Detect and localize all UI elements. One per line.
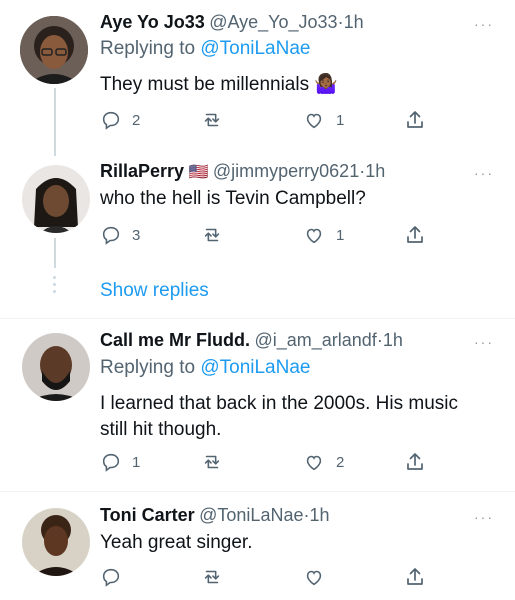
heart-icon bbox=[306, 228, 322, 244]
timestamp[interactable]: 1h bbox=[309, 505, 329, 525]
timestamp[interactable]: 1h bbox=[344, 12, 364, 32]
heart-icon bbox=[306, 570, 322, 586]
user-handle[interactable]: @Aye_Yo_Jo33 bbox=[209, 12, 337, 32]
show-replies-link[interactable]: Show replies bbox=[100, 280, 209, 302]
retweet-button[interactable] bbox=[200, 109, 224, 131]
retweet-icon bbox=[204, 455, 220, 469]
mention-link[interactable]: @ToniLaNae bbox=[200, 38, 310, 59]
like-count: 1 bbox=[336, 226, 345, 244]
user-handle[interactable]: @i_am_arlandf bbox=[254, 330, 376, 350]
user-handle[interactable]: @jimmyperry0621 bbox=[213, 161, 359, 181]
timestamp[interactable]: 1h bbox=[365, 161, 385, 181]
like-count: 1 bbox=[336, 111, 345, 129]
replying-to: Replying to @ToniLaNae bbox=[100, 38, 311, 59]
display-name[interactable]: RillaPerry bbox=[100, 161, 184, 181]
thread-line bbox=[54, 238, 56, 268]
share-button[interactable] bbox=[403, 565, 427, 589]
share-button[interactable] bbox=[403, 223, 427, 247]
reply-icon bbox=[102, 111, 120, 130]
like-button[interactable]: 2 bbox=[302, 451, 344, 473]
divider bbox=[0, 318, 515, 319]
like-button[interactable]: 1 bbox=[302, 224, 344, 246]
reply-button[interactable]: 2 bbox=[100, 109, 140, 131]
user-handle[interactable]: @ToniLaNae bbox=[199, 505, 303, 525]
divider bbox=[0, 491, 515, 492]
tweet-text: who the hell is Tevin Campbell? bbox=[100, 188, 366, 209]
display-name[interactable]: Aye Yo Jo33 bbox=[100, 12, 205, 32]
shrug-emoji: 🤷🏾‍♀️ bbox=[314, 74, 339, 95]
retweet-button[interactable] bbox=[200, 451, 224, 473]
thread-line bbox=[54, 88, 56, 156]
heart-icon bbox=[306, 455, 322, 471]
reply-count: 1 bbox=[132, 453, 141, 471]
avatar[interactable] bbox=[22, 165, 90, 233]
reply-button[interactable]: 1 bbox=[100, 451, 140, 473]
retweet-icon bbox=[204, 570, 220, 584]
more-icon[interactable]: ··· bbox=[474, 16, 494, 32]
thread-dots bbox=[52, 276, 58, 300]
tweet-text: Yeah great singer. bbox=[100, 532, 253, 553]
reply-count: 2 bbox=[132, 111, 141, 129]
display-name[interactable]: Toni Carter bbox=[100, 505, 195, 525]
like-button[interactable] bbox=[302, 566, 326, 588]
like-button[interactable]: 1 bbox=[302, 109, 344, 131]
share-icon bbox=[407, 568, 423, 585]
like-count: 2 bbox=[336, 453, 345, 471]
replying-to: Replying to @ToniLaNae bbox=[100, 357, 311, 378]
avatar[interactable] bbox=[22, 508, 90, 576]
tweet-text: I learned that back in the 2000s. His mu… bbox=[100, 393, 459, 440]
share-icon bbox=[407, 226, 423, 243]
share-button[interactable] bbox=[403, 108, 427, 132]
reply-button[interactable] bbox=[100, 566, 122, 588]
reply-count: 3 bbox=[132, 226, 141, 244]
tweet-text: They must be millennials bbox=[100, 74, 310, 95]
reply-icon bbox=[102, 226, 120, 245]
reply-icon bbox=[102, 568, 120, 587]
reply-icon bbox=[102, 453, 120, 472]
avatar[interactable] bbox=[22, 333, 90, 401]
heart-icon bbox=[306, 113, 322, 129]
display-name[interactable]: Call me Mr Fludd. bbox=[100, 330, 250, 350]
reply-button[interactable]: 3 bbox=[100, 224, 140, 246]
avatar[interactable] bbox=[20, 16, 88, 84]
mention-link[interactable]: @ToniLaNae bbox=[200, 357, 310, 378]
share-icon bbox=[407, 111, 423, 128]
share-button[interactable] bbox=[403, 450, 427, 474]
more-icon[interactable]: ··· bbox=[474, 509, 494, 525]
retweet-icon bbox=[204, 113, 220, 127]
more-icon[interactable]: ··· bbox=[474, 334, 494, 350]
retweet-button[interactable] bbox=[200, 224, 224, 246]
retweet-icon bbox=[204, 228, 220, 242]
share-icon bbox=[407, 453, 423, 470]
retweet-button[interactable] bbox=[200, 566, 224, 588]
timestamp[interactable]: 1h bbox=[383, 330, 403, 350]
flag-emoji: 🇺🇸 bbox=[188, 164, 209, 181]
more-icon[interactable]: ··· bbox=[474, 165, 494, 181]
